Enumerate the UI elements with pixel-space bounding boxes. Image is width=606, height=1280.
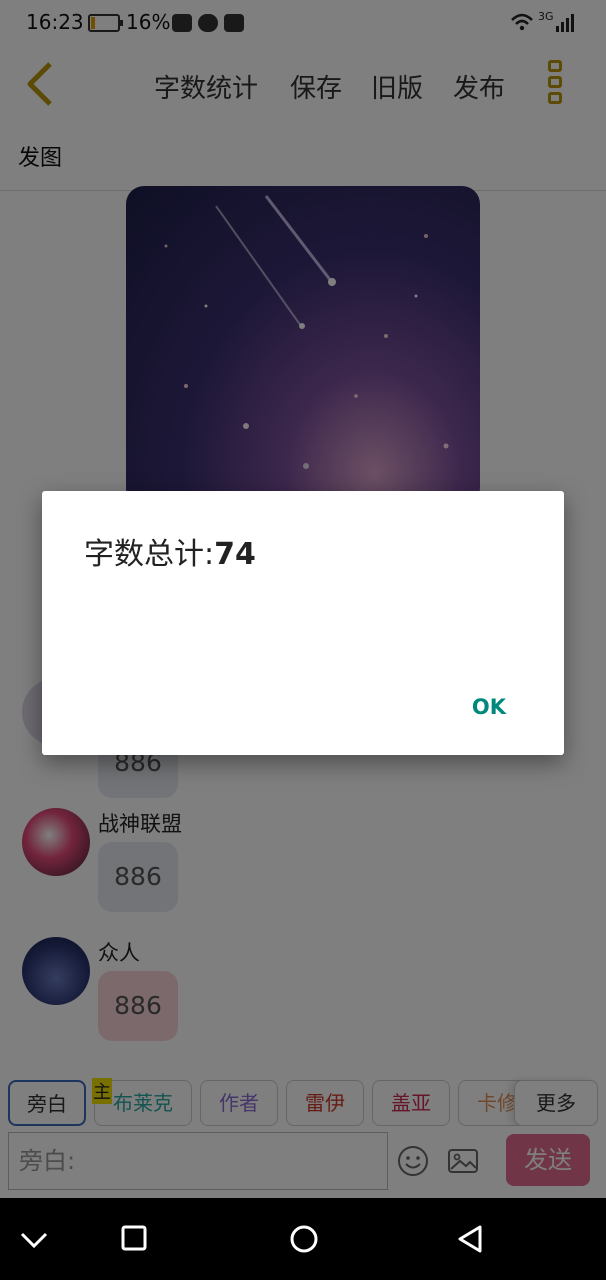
system-navigation-bar xyxy=(0,1198,606,1280)
word-count-value: 74 xyxy=(214,537,256,572)
recent-apps-icon[interactable] xyxy=(114,1222,154,1256)
home-icon[interactable] xyxy=(284,1222,324,1256)
back-icon[interactable] xyxy=(450,1222,490,1256)
dialog-label: 字数总计: xyxy=(84,537,215,572)
ok-button[interactable]: OK xyxy=(472,695,506,719)
word-count-dialog: 字数总计:74 OK xyxy=(42,491,564,755)
chevron-down-icon[interactable] xyxy=(14,1222,54,1256)
dialog-message: 字数总计:74 xyxy=(84,529,256,573)
